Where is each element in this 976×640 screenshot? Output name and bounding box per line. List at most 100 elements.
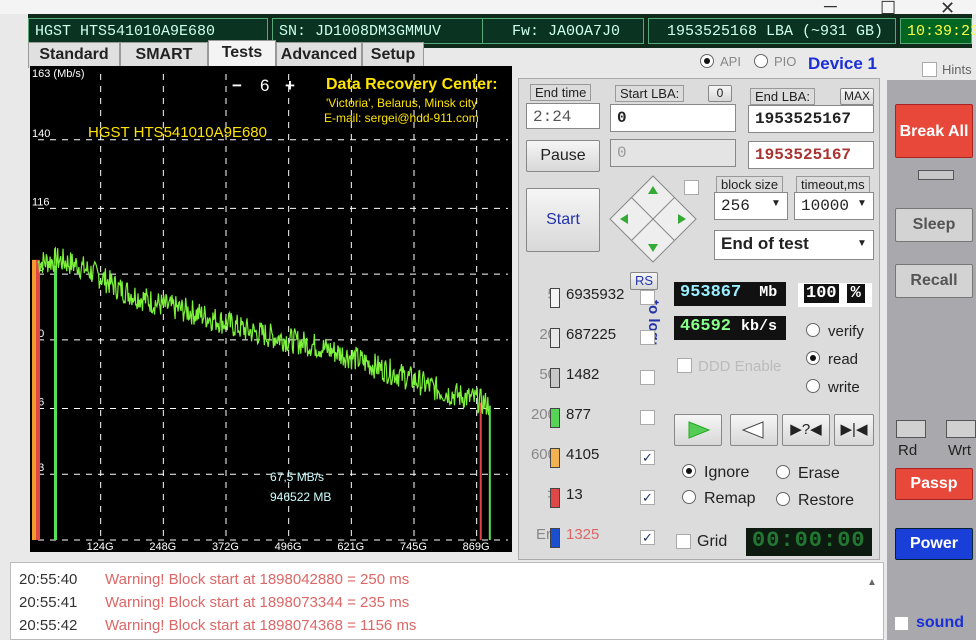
- rd-label: Rd: [898, 442, 918, 459]
- read-radio[interactable]: [806, 351, 820, 365]
- sleep-button[interactable]: Sleep: [895, 208, 973, 242]
- end-time-input[interactable]: 2:24: [526, 103, 600, 129]
- pio-label: PIO: [774, 54, 797, 69]
- random-seek-button[interactable]: ▶?◀: [782, 414, 830, 446]
- device-label[interactable]: Device 1: [808, 54, 877, 74]
- legend-swatch: [550, 328, 560, 348]
- write-radio[interactable]: [806, 379, 820, 393]
- start-lba-input[interactable]: 0: [610, 104, 736, 132]
- play-forward-button[interactable]: [674, 414, 722, 446]
- tab-smart[interactable]: SMART: [120, 42, 208, 68]
- position-readout: 946522 MB: [270, 490, 332, 504]
- recall-button[interactable]: Recall: [895, 264, 973, 298]
- start-lba-label: Start LBA:: [615, 85, 685, 102]
- read-label: read: [828, 351, 859, 368]
- center-email: E-mail: sergei@hdd-911.com: [324, 111, 479, 125]
- legend-row: 20 687225: [520, 326, 660, 350]
- ignore-label: Ignore: [704, 464, 750, 481]
- legend-count: 6935932: [566, 286, 625, 303]
- erase-radio[interactable]: [776, 465, 790, 479]
- speed-counter: 46592 kb/s: [674, 316, 786, 340]
- timeout-dropdown-icon[interactable]: ▼: [857, 198, 867, 209]
- legend-row: 56935932: [520, 286, 660, 310]
- play-icon: [688, 421, 711, 439]
- legend-log-checkbox[interactable]: [640, 330, 655, 345]
- tab-tests[interactable]: Tests: [208, 40, 276, 68]
- start-button[interactable]: Start: [526, 188, 600, 252]
- legend-log-checkbox[interactable]: [640, 410, 655, 425]
- start-lba-zero-button[interactable]: 0: [708, 85, 732, 102]
- drive-firmware: Fw: JA0OA7J0: [482, 18, 644, 44]
- remap-radio[interactable]: [682, 490, 696, 504]
- legend-count: 1482: [566, 366, 600, 383]
- power-button[interactable]: Power: [895, 528, 973, 560]
- x-tick-label: 372G: [212, 541, 239, 552]
- tab-advanced[interactable]: Advanced: [276, 42, 362, 68]
- y-axis-max-label: 163 (Mb/s): [32, 68, 85, 80]
- graph-drive-label: HGST HTS541010A9E680: [88, 124, 267, 141]
- legend-count: 687225: [566, 326, 617, 343]
- scale-plus-button[interactable]: +: [285, 76, 295, 96]
- wrt-label: Wrt: [948, 442, 972, 459]
- pause-button[interactable]: Pause: [526, 140, 600, 172]
- play-backward-button[interactable]: [730, 414, 778, 446]
- legend-swatch: [550, 408, 560, 428]
- y-tick-label: 116: [32, 196, 50, 208]
- grid-label: Grid: [697, 533, 728, 550]
- legend-log-checkbox[interactable]: ✓: [640, 490, 655, 505]
- direction-checkbox[interactable]: [684, 180, 699, 195]
- legend-swatch: [550, 288, 560, 308]
- legend-count: 4105: [566, 446, 600, 463]
- x-tick-label: 621G: [337, 541, 364, 552]
- write-label: write: [828, 379, 860, 396]
- tab-setup[interactable]: Setup: [362, 42, 424, 68]
- break-all-button[interactable]: Break All: [895, 104, 973, 158]
- legend-swatch: [550, 528, 560, 548]
- grid-checkbox[interactable]: [676, 534, 691, 549]
- restore-radio[interactable]: [776, 492, 790, 506]
- sound-label: sound: [916, 614, 964, 631]
- scale-minus-button[interactable]: −: [232, 76, 242, 96]
- legend-count: 877: [566, 406, 592, 423]
- legend-row: 600 4105: [520, 446, 660, 470]
- legend-swatch: [550, 448, 560, 468]
- legend-row: >13: [520, 486, 660, 510]
- legend-log-checkbox[interactable]: [640, 290, 655, 305]
- passp-button[interactable]: Passp: [895, 468, 973, 500]
- rd-indicator: [896, 420, 926, 438]
- log-line: 20:55:42 Warning! Block start at 18980743…: [19, 617, 417, 634]
- end-lba-max-button[interactable]: MAX: [840, 88, 874, 105]
- erase-label: Erase: [798, 465, 840, 482]
- timeout-label: timeout,ms: [796, 176, 870, 193]
- scroll-up-icon[interactable]: ▲: [867, 577, 877, 588]
- mb-counter: 953867 Mb: [674, 282, 786, 306]
- butterfly-icon: ▶|◀: [840, 421, 868, 438]
- legend-log-checkbox[interactable]: ✓: [640, 530, 655, 545]
- legend-log-checkbox[interactable]: [640, 370, 655, 385]
- wrt-indicator: [946, 420, 976, 438]
- block-size-label: block size: [716, 176, 784, 193]
- ddd-label: DDD Enable: [698, 358, 782, 375]
- legend-log-checkbox[interactable]: ✓: [640, 450, 655, 465]
- legend-row: 50 1482: [520, 366, 660, 390]
- verify-radio[interactable]: [806, 323, 820, 337]
- legend-count: 1325: [566, 526, 600, 543]
- block-size-dropdown-icon[interactable]: ▼: [771, 198, 781, 209]
- x-tick-label: 248G: [149, 541, 176, 552]
- end-action-select[interactable]: End of test: [714, 230, 874, 260]
- butterfly-button[interactable]: ▶|◀: [834, 414, 874, 446]
- sound-checkbox[interactable]: [894, 616, 909, 631]
- ignore-radio[interactable]: [682, 464, 696, 478]
- y-tick-label: 140: [32, 128, 50, 140]
- pio-radio[interactable]: [754, 54, 768, 68]
- start-edge-bar: [54, 265, 57, 540]
- log-line: 20:55:40 Warning! Block start at 18980428…: [19, 571, 410, 588]
- x-tick-label: 124G: [87, 541, 114, 552]
- tab-standard[interactable]: Standard: [28, 42, 120, 68]
- end-lba-input[interactable]: 1953525167: [748, 105, 874, 133]
- center-title: Data Recovery Center:: [326, 76, 498, 93]
- ddd-checkbox[interactable]: [677, 358, 692, 373]
- api-radio[interactable]: [700, 54, 714, 68]
- end-action-dropdown-icon[interactable]: ▼: [857, 238, 867, 249]
- hints-checkbox[interactable]: [922, 62, 937, 77]
